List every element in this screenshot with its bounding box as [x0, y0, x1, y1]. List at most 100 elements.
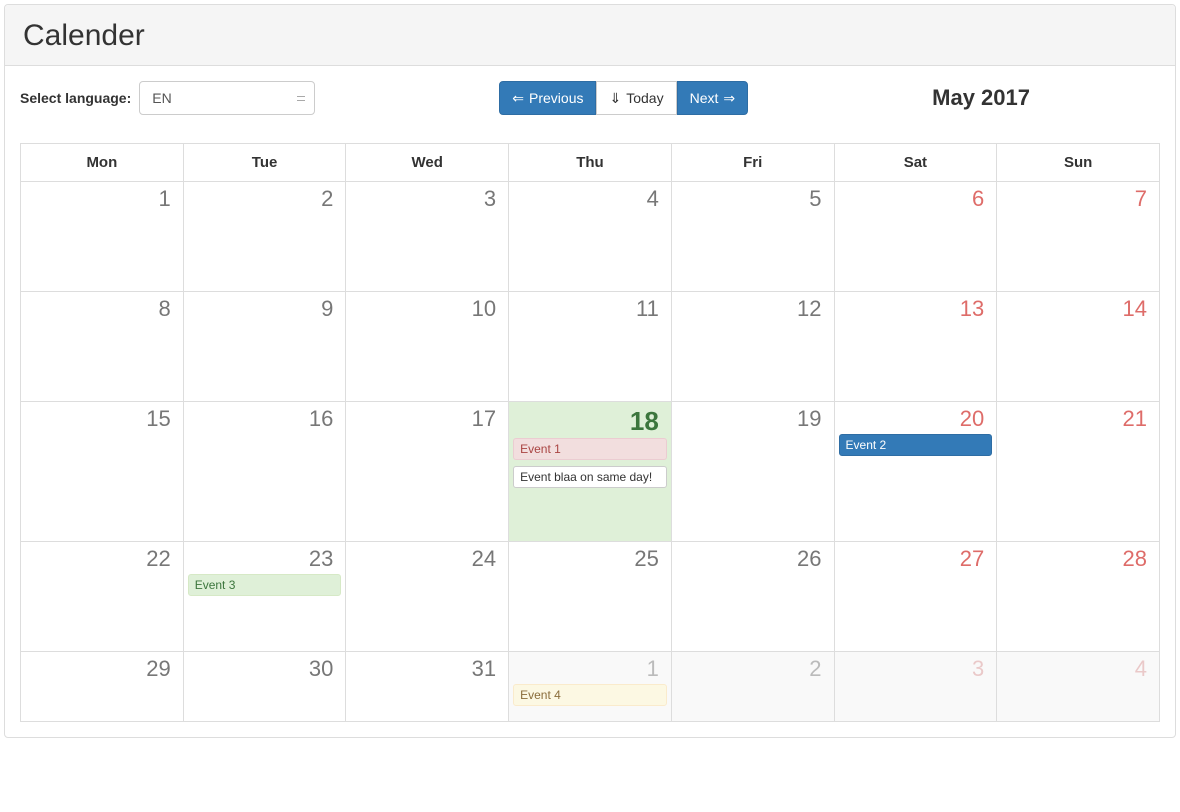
next-button-label: Next	[690, 88, 719, 108]
day-cell[interactable]: 6	[834, 182, 997, 292]
language-block: Select language: EN	[20, 81, 315, 115]
day-number: 27	[835, 542, 997, 574]
day-cell[interactable]: 9	[183, 292, 346, 402]
today-button[interactable]: Today	[596, 81, 676, 115]
day-cell[interactable]: 30	[183, 652, 346, 722]
day-cell[interactable]: 25	[509, 542, 672, 652]
day-number: 18	[509, 402, 671, 438]
weekday-header: Tue	[183, 144, 346, 182]
day-cell[interactable]: 28	[997, 542, 1160, 652]
day-number: 12	[672, 292, 834, 324]
next-button[interactable]: Next	[677, 81, 749, 115]
page-title: Calender	[23, 19, 1157, 53]
day-number: 28	[997, 542, 1159, 574]
weekday-header: Wed	[346, 144, 509, 182]
day-cell[interactable]: 31	[346, 652, 509, 722]
panel-heading: Calender	[5, 5, 1175, 66]
day-cell[interactable]: 7	[997, 182, 1160, 292]
day-cell[interactable]: 27	[834, 542, 997, 652]
event-item[interactable]: Event 3	[188, 574, 342, 596]
day-number: 23	[184, 542, 346, 574]
day-cell[interactable]: 26	[671, 542, 834, 652]
previous-button[interactable]: Previous	[499, 81, 596, 115]
day-number: 22	[21, 542, 183, 574]
day-cell[interactable]: 3	[346, 182, 509, 292]
day-cell[interactable]: 14	[997, 292, 1160, 402]
day-number: 21	[997, 402, 1159, 434]
day-cell[interactable]: 4	[509, 182, 672, 292]
day-cell[interactable]: 3	[834, 652, 997, 722]
day-number: 2	[184, 182, 346, 214]
day-cell[interactable]: 18Event 1 Event blaa on same day!	[509, 402, 672, 542]
day-number: 3	[835, 652, 997, 684]
day-number: 14	[997, 292, 1159, 324]
arrow-left-icon	[512, 88, 524, 108]
day-cell[interactable]: 13	[834, 292, 997, 402]
day-cell[interactable]: 21	[997, 402, 1160, 542]
day-cell[interactable]: 5	[671, 182, 834, 292]
day-cell[interactable]: 12	[671, 292, 834, 402]
day-number: 4	[509, 182, 671, 214]
calendar-grid: MonTueWedThuFriSatSun 123456789101112131…	[20, 143, 1160, 722]
today-button-label: Today	[626, 88, 663, 108]
weekday-header: Sun	[997, 144, 1160, 182]
previous-button-label: Previous	[529, 88, 583, 108]
nav-buttons: Previous Today Next	[325, 81, 922, 115]
day-number: 4	[997, 652, 1159, 684]
day-number: 16	[184, 402, 346, 434]
weekday-header: Fri	[671, 144, 834, 182]
arrow-right-icon	[723, 88, 735, 108]
day-number: 26	[672, 542, 834, 574]
day-number: 2	[672, 652, 834, 684]
day-number: 10	[346, 292, 508, 324]
event-item[interactable]: Event 2	[839, 434, 993, 456]
day-number: 24	[346, 542, 508, 574]
day-cell[interactable]: 2	[671, 652, 834, 722]
language-label: Select language:	[20, 90, 131, 106]
day-cell[interactable]: 16	[183, 402, 346, 542]
day-cell[interactable]: 19	[671, 402, 834, 542]
day-number: 19	[672, 402, 834, 434]
day-number: 25	[509, 542, 671, 574]
day-number: 13	[835, 292, 997, 324]
panel-body: Select language: EN Previous Today	[5, 66, 1175, 737]
day-cell[interactable]: 8	[21, 292, 184, 402]
day-cell[interactable]: 23Event 3	[183, 542, 346, 652]
day-number: 5	[672, 182, 834, 214]
language-select[interactable]: EN	[139, 81, 315, 115]
weekday-header: Mon	[21, 144, 184, 182]
day-cell[interactable]: 1	[21, 182, 184, 292]
day-number: 31	[346, 652, 508, 684]
day-cell[interactable]: 15	[21, 402, 184, 542]
day-number: 3	[346, 182, 508, 214]
day-cell[interactable]: 29	[21, 652, 184, 722]
weekday-header: Sat	[834, 144, 997, 182]
day-number: 30	[184, 652, 346, 684]
arrow-down-icon	[609, 88, 621, 108]
day-cell[interactable]: 24	[346, 542, 509, 652]
day-cell[interactable]: 22	[21, 542, 184, 652]
toolbar: Select language: EN Previous Today	[20, 81, 1160, 115]
day-number: 20	[835, 402, 997, 434]
day-number: 15	[21, 402, 183, 434]
day-number: 17	[346, 402, 508, 434]
day-cell[interactable]: 20Event 2	[834, 402, 997, 542]
day-cell[interactable]: 10	[346, 292, 509, 402]
day-cell[interactable]: 2	[183, 182, 346, 292]
event-item[interactable]: Event blaa on same day!	[513, 466, 667, 488]
day-number: 1	[509, 652, 671, 684]
day-cell[interactable]: 1Event 4	[509, 652, 672, 722]
month-title: May 2017	[932, 85, 1160, 111]
day-number: 6	[835, 182, 997, 214]
day-number: 9	[184, 292, 346, 324]
day-number: 8	[21, 292, 183, 324]
event-item[interactable]: Event 4	[513, 684, 667, 706]
day-number: 11	[509, 292, 671, 324]
event-item[interactable]: Event 1	[513, 438, 667, 460]
day-cell[interactable]: 17	[346, 402, 509, 542]
day-cell[interactable]: 4	[997, 652, 1160, 722]
day-number: 29	[21, 652, 183, 684]
day-cell[interactable]: 11	[509, 292, 672, 402]
calendar-panel: Calender Select language: EN Previous	[4, 4, 1176, 738]
day-number: 7	[997, 182, 1159, 214]
